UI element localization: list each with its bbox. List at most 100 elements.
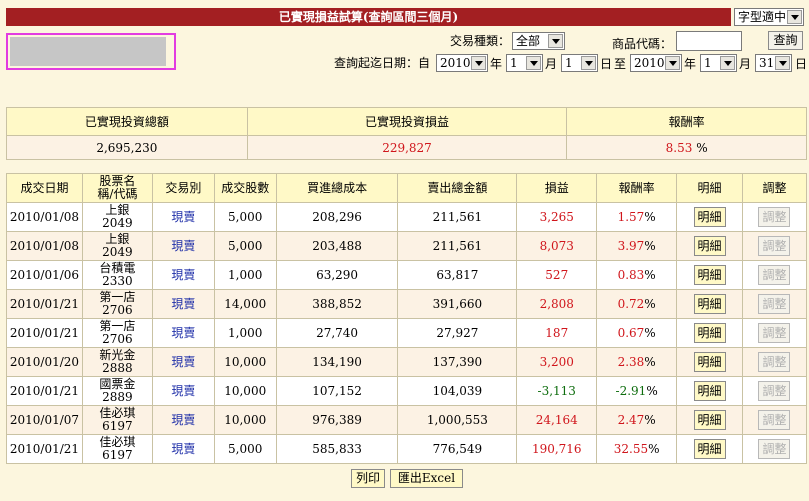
detail-button[interactable]: 明細 [693, 352, 726, 372]
cell-type[interactable]: 現賣 [151, 405, 215, 435]
detail-button[interactable]: 明細 [693, 410, 726, 430]
chevron-down-icon[interactable] [581, 56, 596, 70]
cell-type[interactable]: 現賣 [151, 347, 215, 377]
detail-button[interactable]: 明細 [693, 381, 726, 401]
cell-stock: 上銀 2049 [81, 231, 153, 261]
cell-rate: 2.38% [596, 347, 678, 377]
start-month-value: 1 [510, 56, 518, 70]
cell-detail: 明細 [676, 289, 743, 319]
chevron-down-icon[interactable] [720, 56, 735, 70]
month-unit-label: 月 [739, 57, 752, 71]
cell-stock: 佳必琪 6197 [81, 434, 153, 464]
chevron-down-icon[interactable] [787, 10, 802, 24]
detail-button[interactable]: 明細 [693, 294, 726, 314]
cell-adjust: 調整 [741, 376, 808, 406]
detail-button[interactable]: 明細 [693, 207, 726, 227]
col-header-shares: 成交股數 [213, 173, 277, 203]
cell-stock: 新光金 2888 [81, 347, 153, 377]
font-size-select[interactable]: 字型適中 [734, 8, 804, 26]
font-size-select-value: 字型適中 [738, 10, 787, 24]
cell-detail: 明細 [676, 405, 743, 435]
summary-pnl-value: 229,827 [246, 135, 568, 160]
cell-type[interactable]: 現賣 [151, 202, 215, 232]
end-year-value: 2010 [634, 56, 665, 70]
chevron-down-icon[interactable] [548, 34, 563, 48]
cell-detail: 明細 [676, 231, 743, 261]
detail-button[interactable]: 明細 [693, 439, 726, 459]
adjust-button[interactable]: 調整 [758, 352, 791, 372]
start-year-select[interactable]: 2010 [436, 54, 488, 72]
table-header-row: 成交日期 股票名稱/代碼 交易別 成交股數 買進總成本 賣出總金額 損益 報酬率… [6, 173, 808, 203]
cell-cost: 63,290 [275, 260, 399, 290]
cell-rate-unit: % [644, 412, 656, 427]
adjust-button[interactable]: 調整 [758, 207, 791, 227]
end-year-select[interactable]: 2010 [630, 54, 682, 72]
adjust-button[interactable]: 調整 [758, 236, 791, 256]
trade-type-select[interactable]: 全部 [512, 32, 565, 50]
start-day-select[interactable]: 1 [561, 54, 598, 72]
cell-stock-code: 2049 [102, 245, 133, 259]
end-day-select[interactable]: 31 [755, 54, 792, 72]
cell-adjust: 調整 [741, 347, 808, 377]
product-code-input[interactable] [676, 31, 742, 51]
cell-stock-code: 6197 [102, 448, 133, 462]
product-code-label: 商品代碼： [612, 37, 673, 51]
end-month-value: 1 [704, 56, 712, 70]
cell-shares: 5,000 [213, 434, 277, 464]
transactions-table: 成交日期 股票名稱/代碼 交易別 成交股數 買進總成本 賣出總金額 損益 報酬率… [6, 173, 808, 464]
cell-type[interactable]: 現賣 [151, 318, 215, 348]
detail-button[interactable]: 明細 [693, 265, 726, 285]
summary-rate-cell: 8.53 % [566, 135, 807, 160]
cell-sell: 104,039 [397, 376, 518, 406]
cell-sell: 211,561 [397, 231, 518, 261]
adjust-button[interactable]: 調整 [758, 294, 791, 314]
adjust-button[interactable]: 調整 [758, 323, 791, 343]
cell-stock-code: 2049 [102, 216, 133, 230]
cell-sell: 137,390 [397, 347, 518, 377]
chevron-down-icon[interactable] [471, 56, 486, 70]
start-month-select[interactable]: 1 [506, 54, 543, 72]
cell-rate-unit: % [648, 441, 660, 456]
cell-rate-value: 0.72 [617, 296, 645, 311]
cell-rate-value: 0.67 [617, 325, 645, 340]
cell-date: 2010/01/21 [6, 318, 83, 348]
adjust-button[interactable]: 調整 [758, 439, 791, 459]
chevron-down-icon[interactable] [665, 56, 680, 70]
end-month-select[interactable]: 1 [700, 54, 737, 72]
cell-sell: 27,927 [397, 318, 518, 348]
cell-cost: 107,152 [275, 376, 399, 406]
date-range-label: 查詢起迄日期：自 [334, 56, 431, 70]
col-header-type: 交易別 [151, 173, 215, 203]
title-bar: 已實現損益試算(查詢區間三個月) 字型適中 [0, 0, 809, 27]
cell-type[interactable]: 現賣 [151, 260, 215, 290]
query-button[interactable]: 查詢 [768, 31, 803, 50]
cell-rate: 0.67% [596, 318, 678, 348]
adjust-button[interactable]: 調整 [758, 265, 791, 285]
month-unit-label: 月 [545, 57, 558, 71]
chevron-down-icon[interactable] [775, 56, 790, 70]
chevron-down-icon[interactable] [526, 56, 541, 70]
table-row: 2010/01/21 第一店 2706 現賣 1,000 27,740 27,927 187 0… [6, 318, 808, 348]
cell-rate-value: 3.97 [617, 238, 645, 253]
col-header-date: 成交日期 [6, 173, 83, 203]
detail-button[interactable]: 明細 [693, 323, 726, 343]
cell-type[interactable]: 現賣 [151, 289, 215, 319]
print-button[interactable]: 列印 [351, 469, 385, 488]
cell-stock: 第一店 2706 [81, 289, 153, 319]
adjust-button[interactable]: 調整 [758, 381, 791, 401]
export-excel-button[interactable]: 匯出Excel [390, 469, 463, 488]
cell-cost: 134,190 [275, 347, 399, 377]
cell-type[interactable]: 現賣 [151, 231, 215, 261]
cell-cost: 388,852 [275, 289, 399, 319]
cell-type[interactable]: 現賣 [151, 376, 215, 406]
adjust-button[interactable]: 調整 [758, 410, 791, 430]
cell-shares: 10,000 [213, 376, 277, 406]
year-unit-label: 年 [490, 57, 503, 71]
detail-button[interactable]: 明細 [693, 236, 726, 256]
col-header-detail: 明細 [676, 173, 743, 203]
cell-stock: 國票金 2889 [81, 376, 153, 406]
cell-date: 2010/01/21 [6, 434, 83, 464]
cell-stock: 台積電 2330 [81, 260, 153, 290]
cell-type[interactable]: 現賣 [151, 434, 215, 464]
cell-cost: 585,833 [275, 434, 399, 464]
